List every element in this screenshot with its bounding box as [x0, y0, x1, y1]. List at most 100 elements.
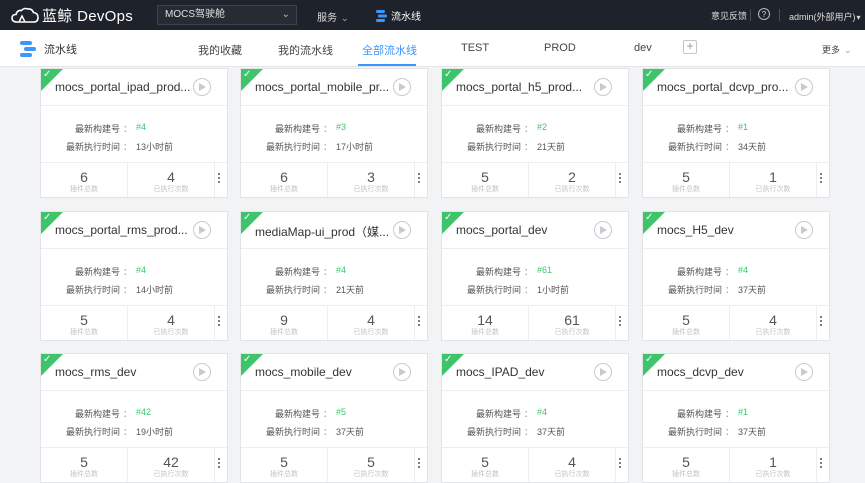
latest-build-number[interactable]: #4: [136, 122, 146, 132]
more-options-icon[interactable]: [616, 316, 624, 330]
more-options-icon[interactable]: [616, 173, 624, 187]
pipeline-name[interactable]: mediaMap-ui_prod（媒...: [255, 223, 391, 240]
pipeline-card[interactable]: ✓ mocs_mobile_dev 最新构建号 ： #5 最新执行时间 ： 37…: [240, 353, 428, 483]
project-select[interactable]: MOCS驾驶舱 ⌄: [157, 5, 297, 25]
run-pipeline-button[interactable]: [795, 221, 813, 239]
pipeline-card[interactable]: ✓ mocs_portal_dev 最新构建号 ： #61 最新执行时间 ： 1…: [441, 211, 629, 341]
pipeline-name[interactable]: mocs_portal_rms_prod...: [55, 223, 191, 237]
latest-build-number[interactable]: #3: [336, 122, 346, 132]
latest-build-number[interactable]: #4: [537, 407, 547, 417]
more-options-icon[interactable]: [215, 458, 223, 472]
latest-build-number[interactable]: #1: [738, 407, 748, 417]
latest-exec-label: 最新执行时间: [65, 142, 120, 152]
run-pipeline-button[interactable]: [594, 78, 612, 96]
latest-exec-time: 37天前: [336, 427, 365, 437]
user-menu[interactable]: admin(外部用户)▾: [789, 10, 861, 23]
tab-prod[interactable]: PROD: [544, 42, 576, 54]
pipeline-name[interactable]: mocs_portal_mobile_pr...: [255, 80, 391, 94]
help-icon[interactable]: ?: [758, 8, 770, 20]
divider: [241, 305, 427, 306]
run-pipeline-button[interactable]: [193, 363, 211, 381]
latest-build-number[interactable]: #2: [537, 122, 547, 132]
tab-my-favorites[interactable]: 我的收藏: [198, 42, 242, 58]
more-options-icon[interactable]: [215, 173, 223, 187]
pipeline-name[interactable]: mocs_H5_dev: [657, 223, 793, 237]
pipeline-name[interactable]: mocs_portal_dev: [456, 223, 592, 237]
pipeline-card[interactable]: ✓ mocs_rms_dev 最新构建号 ： #42 最新执行时间 ： 19小时…: [40, 353, 228, 483]
latest-exec-label: 最新执行时间: [65, 427, 120, 437]
tab-test[interactable]: TEST: [461, 42, 489, 54]
pipeline-name[interactable]: mocs_IPAD_dev: [456, 365, 592, 379]
pipeline-name[interactable]: mocs_portal_dcvp_pro...: [657, 80, 793, 94]
label-colon: ：: [725, 409, 735, 419]
plugins-total-stat: 5 插件总数: [442, 169, 528, 194]
more-menu[interactable]: 更多 ⌄: [822, 43, 852, 56]
pipeline-card[interactable]: ✓ mocs_portal_rms_prod... 最新构建号 ： #4 最新执…: [40, 211, 228, 341]
more-options-icon[interactable]: [817, 458, 825, 472]
latest-build-number[interactable]: #61: [537, 265, 552, 275]
more-options-icon[interactable]: [415, 458, 423, 472]
latest-build-number[interactable]: #4: [136, 265, 146, 275]
label-colon: ：: [524, 267, 534, 277]
tab-dev[interactable]: dev: [634, 42, 652, 54]
play-icon: [801, 226, 808, 234]
chevron-down-icon: ⌄: [341, 13, 349, 23]
more-options-icon[interactable]: [817, 173, 825, 187]
executed-count-stat: 4 已执行次数: [128, 169, 214, 194]
latest-build-number[interactable]: #1: [738, 122, 748, 132]
latest-build-number[interactable]: #4: [336, 265, 346, 275]
plugins-total-stat: 5 插件总数: [442, 454, 528, 479]
tab-all-pipelines[interactable]: 全部流水线: [362, 42, 417, 58]
check-icon: ✓: [645, 69, 654, 80]
executed-count-label: 已执行次数: [554, 329, 590, 336]
tab-my-pipelines[interactable]: 我的流水线: [278, 42, 333, 58]
pipeline-name[interactable]: mocs_portal_h5_prod...: [456, 80, 592, 94]
brand-logo[interactable]: 蓝鲸 DevOps: [10, 5, 133, 26]
plugins-total-value: 6: [80, 169, 88, 185]
pipeline-card[interactable]: ✓ mocs_dcvp_dev 最新构建号 ： #1 最新执行时间 ： 37天前…: [642, 353, 830, 483]
plugins-total-label: 插件总数: [471, 471, 499, 478]
pipeline-card[interactable]: ✓ mocs_H5_dev 最新构建号 ： #4 最新执行时间 ： 37天前 5…: [642, 211, 830, 341]
run-pipeline-button[interactable]: [594, 363, 612, 381]
latest-build-number[interactable]: #4: [738, 265, 748, 275]
latest-build-number[interactable]: #42: [136, 407, 151, 417]
run-pipeline-button[interactable]: [795, 78, 813, 96]
page-title: 流水线: [44, 44, 77, 56]
pipeline-name[interactable]: mocs_portal_ipad_prod...: [55, 80, 191, 94]
label-colon: ：: [123, 409, 133, 419]
run-pipeline-button[interactable]: [795, 363, 813, 381]
pipeline-card[interactable]: ✓ mocs_IPAD_dev 最新构建号 ： #4 最新执行时间 ： 37天前…: [441, 353, 629, 483]
pipeline-name[interactable]: mocs_rms_dev: [55, 365, 191, 379]
more-options-icon[interactable]: [616, 458, 624, 472]
pipeline-card[interactable]: ✓ mocs_portal_dcvp_pro... 最新构建号 ： #1 最新执…: [642, 68, 830, 198]
more-options-icon[interactable]: [415, 316, 423, 330]
more-options-icon[interactable]: [415, 173, 423, 187]
executed-count-value: 4: [167, 169, 175, 185]
run-pipeline-button[interactable]: [193, 221, 211, 239]
label-colon: ：: [725, 267, 735, 277]
run-pipeline-button[interactable]: [393, 221, 411, 239]
pipeline-card[interactable]: ✓ mocs_portal_h5_prod... 最新构建号 ： #2 最新执行…: [441, 68, 629, 198]
feedback-link[interactable]: 意见反馈: [711, 9, 747, 22]
more-options-icon[interactable]: [817, 316, 825, 330]
divider: [241, 248, 427, 249]
run-pipeline-button[interactable]: [193, 78, 211, 96]
pipeline-card[interactable]: ✓ mocs_portal_ipad_prod... 最新构建号 ： #4 最新…: [40, 68, 228, 198]
run-pipeline-button[interactable]: [594, 221, 612, 239]
divider: [750, 9, 751, 21]
run-pipeline-button[interactable]: [393, 78, 411, 96]
latest-build-number[interactable]: #5: [336, 407, 346, 417]
latest-exec-time: 1小时前: [537, 285, 570, 295]
pipeline-card[interactable]: ✓ mediaMap-ui_prod（媒... 最新构建号 ： #4 最新执行时…: [240, 211, 428, 341]
pipeline-name[interactable]: mocs_dcvp_dev: [657, 365, 793, 379]
run-pipeline-button[interactable]: [393, 363, 411, 381]
divider: [241, 447, 427, 448]
plugins-total-stat: 6 插件总数: [241, 169, 327, 194]
add-view-button[interactable]: +: [683, 40, 697, 54]
pipeline-nav-link[interactable]: 流水线: [376, 8, 421, 23]
service-menu[interactable]: 服务 ⌄: [317, 9, 349, 24]
pipeline-name[interactable]: mocs_mobile_dev: [255, 365, 391, 379]
pipeline-card[interactable]: ✓ mocs_portal_mobile_pr... 最新构建号 ： #3 最新…: [240, 68, 428, 198]
divider: [41, 390, 227, 391]
more-options-icon[interactable]: [215, 316, 223, 330]
